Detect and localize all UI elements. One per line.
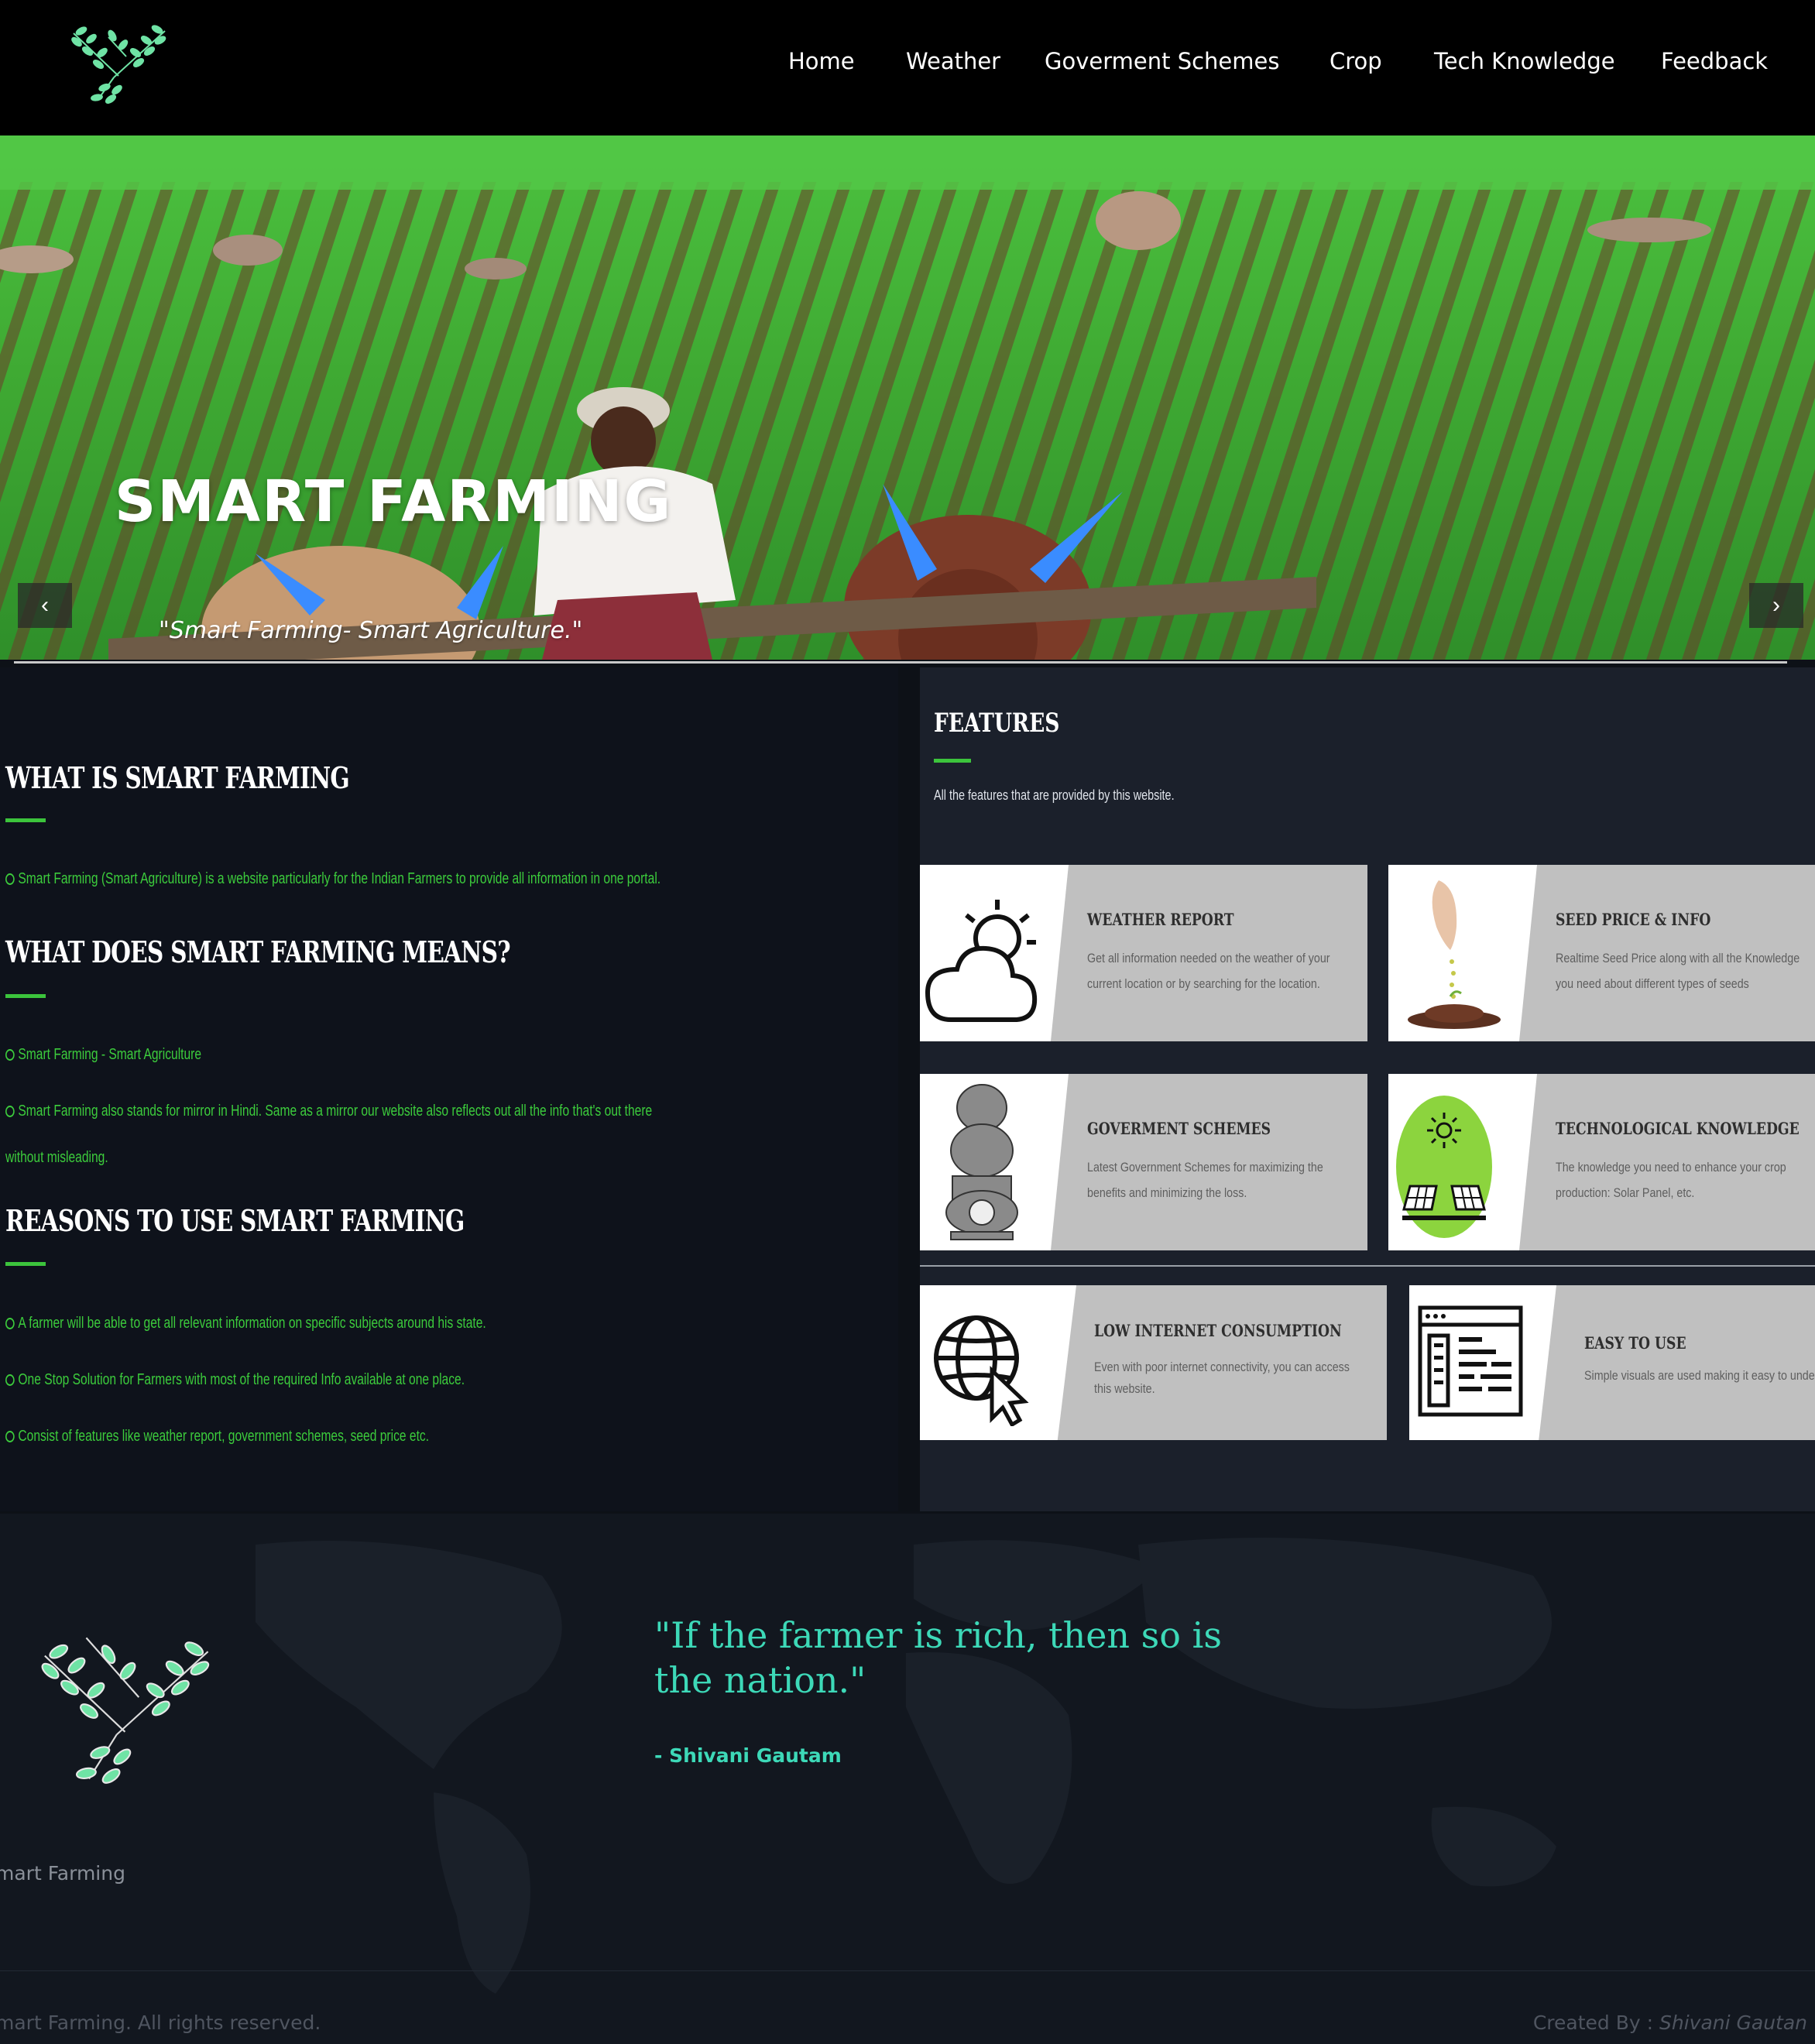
features-description: All the features that are provided by th…: [934, 787, 1175, 803]
hero-divider: [14, 661, 1787, 664]
main-nav: Home Weather Goverment Schemes Crop Tech…: [0, 48, 1815, 87]
author-name-link[interactable]: Shivani Gautan: [1659, 2011, 1807, 2034]
weather-icon: [925, 900, 1038, 1022]
chevron-left-icon: ‹: [41, 592, 49, 618]
feature-card-technology[interactable]: TECHNOLOGICAL KNOWLEDGE The knowledge yo…: [1388, 1074, 1815, 1250]
about-section: WHAT IS SMART FARMING Smart Farming (Sma…: [0, 667, 898, 1511]
chevron-right-icon: ›: [1772, 592, 1780, 618]
seed-icon: [1408, 880, 1501, 1029]
footer: "If the farmer is rich, then so is the na…: [0, 1514, 1815, 2044]
seed-icon-panel: [1388, 865, 1537, 1041]
feature-card-government[interactable]: GOVERMENT SCHEMES Latest Government Sche…: [920, 1074, 1367, 1250]
reason-item: One Stop Solution for Farmers with most …: [5, 1371, 465, 1389]
card-title: TECHNOLOGICAL KNOWLEDGE: [1556, 1119, 1800, 1138]
layout-icon: [1418, 1305, 1523, 1417]
heading-underline: [5, 818, 46, 822]
weather-icon-panel: [920, 865, 1069, 1041]
card-text: Even with poor internet connectivity, yo…: [1094, 1360, 1350, 1396]
about-line-intro: Smart Farming (Smart Agriculture) is a w…: [5, 870, 660, 888]
top-navbar: Home Weather Goverment Schemes Crop Tech…: [0, 0, 1815, 135]
heading-what-is: WHAT IS SMART FARMING: [5, 760, 350, 795]
feature-card-low-internet[interactable]: LOW INTERNET CONSUMPTION Even with poor …: [920, 1285, 1387, 1440]
bullet-icon: [5, 1374, 15, 1386]
hero-subtitle: "Smart Farming- Smart Agriculture.": [159, 617, 583, 644]
solar-panel-icon-panel: [1388, 1074, 1537, 1250]
carousel-next-button[interactable]: ›: [1749, 583, 1803, 628]
card-title: SEED PRICE & INFO: [1556, 910, 1711, 929]
footer-quote: "If the farmer is rich, then so is the na…: [654, 1614, 1222, 1701]
about-line-meaning: Smart Farming - Smart Agriculture: [5, 1046, 201, 1064]
card-title: WEATHER REPORT: [1087, 910, 1234, 929]
feature-card-seed[interactable]: SEED PRICE & INFO Realtime Seed Price al…: [1388, 865, 1815, 1041]
nav-government-schemes[interactable]: Goverment Schemes: [1045, 48, 1279, 74]
nav-crop[interactable]: Crop: [1330, 48, 1382, 74]
features-separator: [920, 1265, 1815, 1267]
layout-icon-panel: [1409, 1285, 1556, 1440]
features-underline: [934, 759, 971, 763]
footer-divider: [0, 1970, 1815, 1971]
quote-author: - Shivani Gautam: [654, 1744, 842, 1767]
carousel-prev-button[interactable]: ‹: [18, 583, 72, 628]
heading-what-means: WHAT DOES SMART FARMING MEANS?: [5, 935, 511, 969]
globe-cursor-icon-panel: [920, 1285, 1076, 1440]
about-line-mirror: Smart Farming also stands for mirror in …: [5, 1103, 652, 1120]
heading-reasons: REASONS TO USE SMART FARMING: [5, 1203, 465, 1238]
emblem-icon: [945, 1084, 1018, 1240]
card-text: Simple visuals are used making it easy t…: [1584, 1368, 1815, 1383]
nav-weather[interactable]: Weather: [906, 48, 1000, 74]
nav-tech-knowledge[interactable]: Tech Knowledge: [1434, 48, 1615, 74]
nav-home[interactable]: Home: [788, 48, 855, 74]
card-text: Latest Government Schemes for maximizing…: [1087, 1160, 1323, 1200]
created-by-text: Created By : Shivani Gautan: [1532, 2011, 1807, 2034]
card-text: Realtime Seed Price along with all the K…: [1556, 951, 1800, 991]
reason-item: A farmer will be able to get all relevan…: [5, 1315, 486, 1332]
hero-title: SMART FARMING: [115, 468, 673, 535]
hero-carousel: SMART FARMING "Smart Farming- Smart Agri…: [0, 135, 1815, 660]
nav-feedback[interactable]: Feedback: [1661, 48, 1768, 74]
hero-field-image: [0, 135, 1815, 660]
world-map-background: [256, 1538, 1556, 1994]
features-title: FEATURES: [934, 708, 1060, 739]
card-title: EASY TO USE: [1584, 1333, 1686, 1353]
features-section: FEATURES All the features that are provi…: [920, 667, 1815, 1511]
card-text: Get all information needed on the weathe…: [1087, 951, 1330, 991]
heading-underline: [5, 994, 46, 998]
solar-panel-icon: [1396, 1096, 1492, 1238]
reason-item: Consist of features like weather report,…: [5, 1428, 429, 1446]
about-line-mirror-cont: without misleading.: [5, 1149, 108, 1166]
card-title: GOVERMENT SCHEMES: [1087, 1119, 1271, 1138]
copyright-text: mart Farming. All rights reserved.: [0, 2011, 321, 2034]
bullet-icon: [5, 1318, 15, 1329]
emblem-icon-panel: [920, 1074, 1069, 1250]
feature-card-weather[interactable]: WEATHER REPORT Get all information neede…: [920, 865, 1367, 1041]
card-title: LOW INTERNET CONSUMPTION: [1094, 1321, 1342, 1340]
bullet-icon: [5, 1049, 15, 1061]
footer-brand-name: mart Farming: [0, 1862, 125, 1885]
card-text: The knowledge you need to enhance your c…: [1556, 1160, 1786, 1200]
globe-cursor-icon: [934, 1315, 1029, 1426]
heading-underline: [5, 1262, 46, 1266]
feature-card-easy-to-use[interactable]: EASY TO USE Simple visuals are used maki…: [1409, 1285, 1815, 1440]
bullet-icon: [5, 873, 15, 885]
footer-leaf-logo-icon: [41, 1637, 210, 1784]
bullet-icon: [5, 1106, 15, 1117]
bullet-icon: [5, 1431, 15, 1442]
